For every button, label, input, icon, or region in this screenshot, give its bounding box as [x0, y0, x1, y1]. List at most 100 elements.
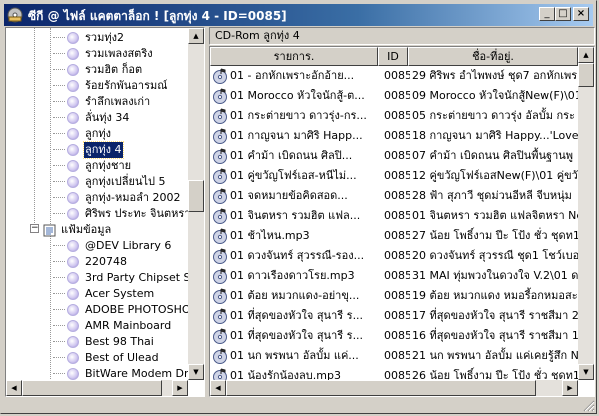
list-row[interactable]: 01 ดวงจันทร์ สุวรรณี-รอง... 0085 20 ดวงจัน…	[210, 246, 578, 266]
cell-path: 21 นก พรพนา อัลบั้ม แค่เคยรู้สึก N	[412, 349, 578, 362]
cell-path: 27 น้อย โพธิ์งาม ปีะ โป้ง ชั่ว ชุดท1	[412, 229, 578, 242]
list-horizontal-scrollbar[interactable]: ◀ ▶	[210, 380, 578, 396]
disc-icon	[67, 96, 79, 108]
tree-connector	[53, 213, 65, 214]
folder-icon	[43, 224, 56, 237]
cell-path: 28 ฟ้า สุภาวี ชุดม่วนอีหลี จีบหนุ่ม	[412, 189, 572, 202]
tree-item-label: ลูกทุ่งชาย	[85, 159, 132, 172]
tree-horizontal-scrollbar[interactable]: ◀ ▶	[6, 380, 188, 396]
minimize-button[interactable]: _	[539, 7, 555, 21]
disc-icon	[67, 192, 79, 204]
disc-icon	[67, 208, 79, 220]
cell-path: 17 ที่สุดของหัวใจ สุนารี ราชสีมา 2	[412, 309, 578, 322]
collapse-toggle[interactable]: −	[30, 224, 39, 233]
title-bar[interactable]: ซีกี @ ไฟล์ แคตตาล็อก ! [ลูกทุ่ง 4 - ID=…	[4, 4, 593, 26]
tree-item-label: Best of Ulead	[85, 351, 159, 364]
resize-grip-icon[interactable]	[583, 400, 595, 412]
scroll-left-button[interactable]: ◀	[210, 380, 226, 396]
list-row[interactable]: 01 จดหมายข้อคิดสอด... 0085 28 ฟ้า สุภาวี ช…	[210, 186, 578, 206]
disc-icon	[67, 288, 79, 300]
scroll-down-button[interactable]: ▼	[188, 364, 204, 380]
tree-item-label: @DEV Library 6	[85, 239, 172, 252]
scroll-thumb[interactable]	[226, 380, 536, 396]
list-row[interactable]: 01 - อกหักเพราะอักอ้าย... 0085 29 ศิริพร อ…	[210, 66, 578, 86]
tree-vertical-scrollbar[interactable]: ▲ ▼	[188, 28, 204, 380]
audio-file-icon	[213, 328, 227, 344]
scroll-up-button[interactable]: ▲	[578, 47, 594, 63]
scroll-thumb[interactable]	[22, 380, 162, 396]
cell-path: 31 MAI ทุ่มพวงในดวงใจ V.2\01 ด	[412, 269, 578, 282]
list-row[interactable]: 01 Morocco หัวใจนักสู้-ต... 0085 09 Morocc…	[210, 86, 578, 106]
column-header-id[interactable]: ID	[378, 47, 408, 66]
tree-connector	[53, 293, 65, 294]
list-row[interactable]: 01 กาญจนา มาศิริ Happ... 0085 18 กาญจนา มา…	[210, 126, 578, 146]
cell-name: 01 นก พรพนา อัลบั้ม แค่...	[230, 349, 359, 362]
list-row[interactable]: 01 กระต่ายขาว ดาวรุ่ง-กร... 0085 05 กระต่า…	[210, 106, 578, 126]
scroll-down-button[interactable]: ▼	[578, 364, 594, 380]
list-row[interactable]: 01 ดาวเรืองดาวโรย.mp3 0085 31 MAI ทุ่มพวงใ…	[210, 266, 578, 286]
cell-id: 0085	[384, 209, 410, 222]
cell-path: 20 ดวงจันทร์ สุวรรณี ชุด1 โชว์เบอ	[412, 249, 578, 262]
close-button[interactable]: ×	[573, 7, 589, 21]
audio-file-icon	[213, 268, 227, 284]
cell-id: 0085	[384, 329, 410, 342]
window-title: ซีกี @ ไฟล์ แคตตาล็อก ! [ลูกทุ่ง 4 - ID=…	[28, 9, 287, 23]
scroll-thumb[interactable]	[578, 63, 594, 87]
list-row[interactable]: 01 คำม้า เบิดถนน ศิลปิ... 0085 07 คำม้า เบ…	[210, 146, 578, 166]
list-row[interactable]: 01 ที่สุดของหัวใจ สุนารี ร... 0085 17 ที่ส…	[210, 306, 578, 326]
cell-name: 01 คู่ขวัญโฟร์เอส-หนีไม่...	[230, 169, 357, 182]
list-vertical-scrollbar[interactable]: ▲ ▼	[578, 47, 594, 380]
scroll-thumb[interactable]	[188, 180, 204, 212]
cell-id: 0085	[384, 169, 410, 182]
cell-id: 0085	[384, 149, 410, 162]
scroll-right-button[interactable]: ▶	[172, 380, 188, 396]
tree-connector	[53, 181, 65, 182]
maximize-button[interactable]: □	[555, 7, 571, 21]
cell-name: 01 - อกหักเพราะอักอ้าย...	[230, 69, 355, 82]
audio-file-icon	[213, 288, 227, 304]
scroll-up-button[interactable]: ▲	[188, 28, 204, 44]
tree-item-label: รวมฮิต ก็อต	[85, 63, 143, 76]
cell-id: 0085	[384, 349, 410, 362]
cell-path: 18 กาญจนา มาศิริ Happy...'Love'	[412, 129, 578, 142]
location-label: CD-Rom ลูกทุ่ง 4	[209, 27, 595, 45]
cell-id: 0085	[384, 249, 410, 262]
tree-item-label: 220748	[85, 255, 127, 268]
list-row[interactable]: 01 ต้อย หมวกแดง-อย่าขุ... 0085 19 ต้อย หมว…	[210, 286, 578, 306]
tree-item-label: Best 98 Thai	[85, 335, 154, 348]
tree-connector	[53, 69, 65, 70]
catalog-tree[interactable]: รวมทุ่ง2 รวมเพลงสตริง รวมฮิต ก็อต ร้อยรักพั…	[5, 27, 205, 397]
list-row[interactable]: 01 นก พรพนา อัลบั้ม แค่... 0085 21 นก พรพน…	[210, 346, 578, 366]
cell-id: 0085	[384, 289, 410, 302]
tree-connector	[53, 373, 65, 374]
cell-id: 0085	[384, 109, 410, 122]
cell-id: 0085	[384, 229, 410, 242]
audio-file-icon	[213, 348, 227, 364]
tree-connector	[53, 309, 65, 310]
list-row[interactable]: 01 ที่สุดของหัวใจ สุนารี ร... 0085 16 ที่ส…	[210, 326, 578, 346]
column-header-path[interactable]: ชื่อ-ที่อยู่.	[408, 47, 578, 66]
tree-item-label: ลูกทุ่ง 4	[83, 141, 124, 159]
tree-guide-line	[50, 235, 51, 395]
tree-item-label: แฟ้มข้อมูล	[61, 223, 112, 236]
cell-path: 05 กระต่ายขาว ดาวรุ่ง อัลบั้ม กระ	[412, 109, 575, 122]
cell-name: 01 ที่สุดของหัวใจ สุนารี ร...	[230, 309, 364, 322]
list-row[interactable]: 01 จินตหรา รวมฮิต แฟล... 0085 01 จินตหรา ร…	[210, 206, 578, 226]
column-header-name[interactable]: รายการ.	[210, 47, 378, 66]
tree-item-label: Acer System	[85, 287, 155, 300]
disc-icon	[67, 352, 79, 364]
disc-icon	[67, 240, 79, 252]
file-list[interactable]: รายการ. ID ชื่อ-ที่อยู่. 01 - อกหักเพราะ…	[209, 46, 595, 397]
tree-item-label: ลูกทุ่ง-หมอลำ 2002	[85, 191, 181, 204]
scroll-left-button[interactable]: ◀	[6, 380, 22, 396]
scroll-right-button[interactable]: ▶	[562, 380, 578, 396]
tree-item-label: ลูกทุ่งเปลี่ยนไป 5	[85, 175, 166, 188]
audio-file-icon	[213, 88, 227, 104]
list-row[interactable]: 01 ช้าไหน.mp3 0085 27 น้อย โพธิ์งาม ปีะ โป…	[210, 226, 578, 246]
tree-connector	[53, 197, 65, 198]
disc-icon	[67, 320, 79, 332]
tree-item-label: ลั่นทุ่ง 34	[85, 111, 130, 124]
cell-name: 01 จินตหรา รวมฮิต แฟล...	[230, 209, 361, 222]
status-bar	[5, 398, 595, 412]
list-row[interactable]: 01 คู่ขวัญโฟร์เอส-หนีไม่... 0085 12 คู่ขวั…	[210, 166, 578, 186]
